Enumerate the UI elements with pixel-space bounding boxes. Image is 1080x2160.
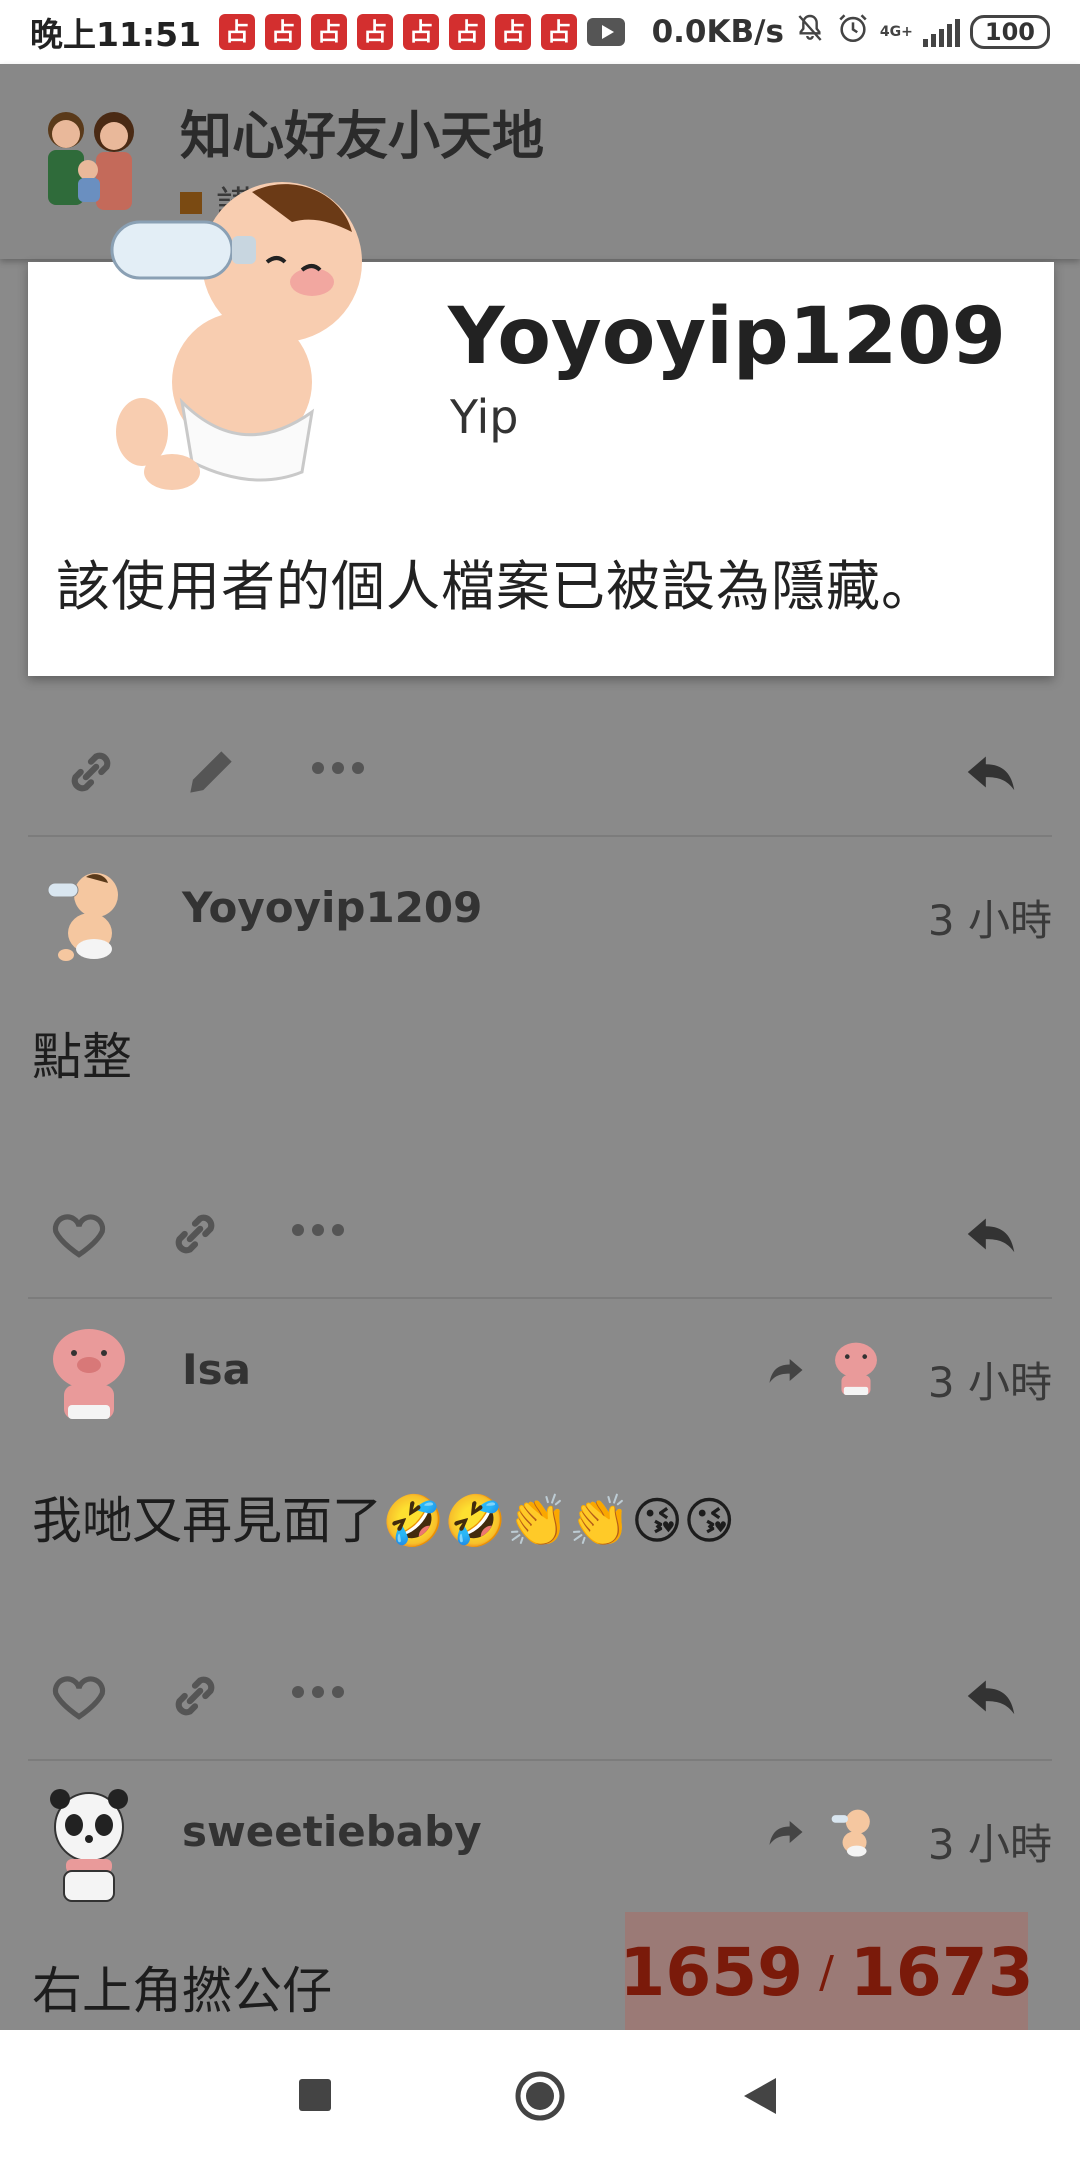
alarm-icon — [836, 11, 870, 53]
share-arrow-icon — [769, 1821, 803, 1845]
notification-icon: 占 — [403, 14, 440, 50]
timeline-progress[interactable]: 1659 / 1673 — [619, 1912, 1034, 2032]
reply-icon[interactable] — [958, 1665, 1024, 1731]
system-nav-bar — [0, 2030, 1080, 2160]
avatar[interactable] — [34, 1783, 144, 1907]
notification-icon: 占 — [219, 14, 256, 50]
home-circle-icon[interactable] — [514, 2070, 566, 2122]
mute-bell-icon — [794, 12, 826, 52]
reply-to-avatar — [831, 1809, 870, 1857]
back-triangle-icon[interactable] — [742, 2076, 778, 2116]
edit-icon[interactable] — [180, 741, 242, 807]
recents-square-icon[interactable] — [298, 2078, 332, 2112]
username[interactable]: sweetiebaby — [182, 1807, 482, 1856]
reply-to-avatar — [835, 1342, 877, 1396]
share-arrow-icon — [769, 1359, 803, 1383]
more-icon[interactable] — [308, 753, 368, 787]
avatar[interactable] — [34, 1321, 144, 1431]
status-time: 晚上11:51 — [30, 15, 202, 54]
reply-to-indicator[interactable] — [762, 1797, 884, 1867]
reply-icon[interactable] — [958, 741, 1024, 807]
hidden-profile-message: 該使用者的個人檔案已被設為隱藏。 — [56, 555, 936, 618]
notification-icon: 占 — [265, 14, 302, 50]
link-icon[interactable] — [164, 1665, 226, 1731]
notification-icon: 占 — [357, 14, 394, 50]
like-heart-icon[interactable] — [48, 1203, 110, 1269]
post-time[interactable]: 3 小時 — [928, 887, 1052, 948]
network-type: 4G+ — [879, 24, 913, 40]
divider — [28, 1759, 1052, 1761]
notification-icon: 占 — [541, 14, 578, 50]
username[interactable]: Yoyoyip1209 — [182, 883, 482, 932]
more-icon[interactable] — [288, 1677, 348, 1711]
link-icon[interactable] — [164, 1203, 226, 1269]
user-card-name: Yip — [450, 390, 519, 444]
notification-icon: 占 — [311, 14, 348, 50]
more-icon[interactable] — [288, 1215, 348, 1249]
progress-total: 1673 — [849, 1933, 1034, 2011]
avatar[interactable] — [34, 859, 144, 969]
progress-separator: / — [819, 1946, 834, 1998]
post-text: 右上角撚公仔 — [32, 1962, 332, 2020]
post-time[interactable]: 3 小時 — [928, 1349, 1052, 1410]
post-actions — [30, 1177, 1050, 1297]
notification-icon: 占 — [495, 14, 532, 50]
battery-icon: 100 — [969, 15, 1050, 49]
post-actions — [30, 1639, 1050, 1759]
post-time[interactable]: 3 小時 — [928, 1811, 1052, 1872]
reply-icon[interactable] — [958, 1203, 1024, 1269]
like-heart-icon[interactable] — [48, 1665, 110, 1731]
progress-current: 1659 — [619, 1933, 804, 2011]
link-icon[interactable] — [60, 741, 122, 807]
signal-icon — [922, 17, 960, 47]
youtube-icon — [587, 18, 626, 46]
divider — [28, 1297, 1052, 1299]
reply-to-indicator[interactable] — [762, 1335, 888, 1405]
username[interactable]: Isa — [182, 1345, 251, 1394]
user-card-username[interactable]: Yoyoyip1209 — [448, 292, 1006, 382]
divider — [28, 835, 1052, 837]
net-speed: 0.0KB/s — [651, 14, 784, 50]
user-card-avatar[interactable] — [92, 152, 372, 492]
notification-icon: 占 — [449, 14, 486, 50]
post-text: 點整 — [32, 1028, 132, 1086]
post-actions — [30, 715, 1050, 835]
status-bar: 晚上11:51 占 占 占 占 占 占 占 占 0.0KB/s 4G+ 100 — [0, 0, 1080, 64]
post-text: 我哋又再見面了🤣🤣👏👏😘😘 — [32, 1492, 736, 1550]
